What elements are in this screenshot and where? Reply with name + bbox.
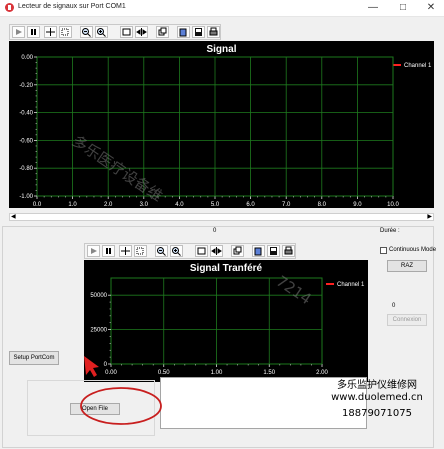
transfer-chart-svg: 0.00 0.50 1.00 1.50 2.0050000250000 (90, 277, 328, 376)
chart-toolbar-bottom (84, 243, 296, 259)
signal-chart-svg: 0.0 1.0 2.0 3.0 4.0 5.0 6.0 7.0 8.0 9.0 10.0 0.00 -0… (19, 55, 399, 208)
x-tick-label: 9.0 (353, 202, 362, 208)
connexion-button[interactable]: Connexion (387, 314, 427, 326)
pan-icon[interactable] (44, 26, 57, 38)
save-icon[interactable] (267, 245, 280, 257)
continuous-mode-checkbox[interactable] (380, 247, 387, 254)
minimize-button[interactable]: — (362, 1, 384, 14)
save-icon[interactable] (192, 26, 205, 38)
signal-chart[interactable]: Signal Channel 1 0.0 1.0 2.0 3.0 4.0 5.0 6.0 7.… (9, 41, 434, 208)
zoom-out-icon[interactable] (155, 245, 168, 257)
watermark-site-name: 多乐监护仪维修网 (337, 380, 417, 391)
watermark-phone: 18879071075 (342, 408, 412, 419)
x-tick-label: 4.0 (175, 202, 184, 208)
zoom-out-icon[interactable] (80, 26, 93, 38)
time-scrollbar[interactable]: ◀ ▶ (9, 213, 434, 221)
main-panel: Signal Channel 1 0.0 1.0 2.0 3.0 4.0 5.0 6.0 7.… (0, 17, 444, 449)
x-tick-label: 1.50 (263, 370, 275, 376)
x-tick-label: 5.0 (211, 202, 220, 208)
scroll-left-arrow[interactable]: ◀ (11, 214, 16, 220)
copy-icon[interactable] (231, 245, 244, 257)
open-file-button[interactable]: Open File (70, 403, 120, 415)
frame-icon[interactable] (195, 245, 208, 257)
x-tick-label: 1.00 (211, 370, 223, 376)
cursor-icon[interactable] (210, 245, 223, 257)
x-tick-label: 0.00 (105, 370, 117, 376)
x-tick-label: 6.0 (246, 202, 255, 208)
duree-label: Durée : (380, 228, 400, 234)
x-tick-label: 0.0 (33, 202, 42, 208)
zoom-in-icon[interactable] (170, 245, 183, 257)
y-tick-label: 25000 (90, 328, 107, 334)
print-icon[interactable] (207, 26, 220, 38)
scroll-right-arrow[interactable]: ▶ (427, 214, 432, 220)
maximize-button[interactable]: □ (392, 1, 414, 14)
y-tick-label: -0.60 (19, 138, 33, 144)
transfer-chart[interactable]: Signal Tranféré Channel 1 0.00 0.50 1.00 1.… (84, 260, 368, 382)
y-tick-label: 0 (104, 362, 108, 368)
y-tick-label: -0.40 (19, 111, 33, 117)
frame-icon[interactable] (120, 26, 133, 38)
x-tick-label: 10.0 (387, 202, 399, 208)
chart-toolbar-top (9, 24, 221, 40)
paste-icon[interactable] (252, 245, 265, 257)
x-tick-label: 0.50 (158, 370, 170, 376)
x-tick-label: 8.0 (318, 202, 327, 208)
pause-icon[interactable] (102, 245, 115, 257)
continuous-mode-label: Continuous Mode (389, 247, 437, 253)
play-icon[interactable] (87, 245, 100, 257)
zoom-select-icon[interactable] (134, 245, 147, 257)
copy-icon[interactable] (156, 26, 169, 38)
y-tick-label: 50000 (90, 293, 107, 299)
app-icon (5, 3, 14, 12)
paste-icon[interactable] (177, 26, 190, 38)
y-tick-label: -0.80 (19, 166, 33, 172)
close-button[interactable]: ✕ (420, 1, 442, 14)
raz-button[interactable]: RAZ (387, 260, 427, 272)
window-title: Lecteur de signaux sur Port COM1 (18, 3, 126, 10)
setup-portcom-button[interactable]: Setup PortCom (9, 351, 59, 365)
y-tick-label: -1.00 (19, 194, 33, 200)
count-value: 0 (392, 303, 396, 309)
x-tick-label: 1.0 (68, 202, 77, 208)
y-tick-label: 0.00 (21, 55, 33, 61)
play-icon[interactable] (12, 26, 25, 38)
title-bar: Lecteur de signaux sur Port COM1 — □ ✕ (0, 0, 444, 17)
y-tick-label: -0.20 (19, 83, 33, 89)
zoom-in-icon[interactable] (95, 26, 108, 38)
print-icon[interactable] (282, 245, 295, 257)
cursor-icon[interactable] (135, 26, 148, 38)
watermark-url: www.duolemed.cn (331, 392, 423, 403)
zoom-select-icon[interactable] (59, 26, 72, 38)
x-tick-label: 3.0 (140, 202, 149, 208)
pan-icon[interactable] (119, 245, 132, 257)
x-tick-label: 2.0 (104, 202, 113, 208)
x-tick-label: 7.0 (282, 202, 291, 208)
pause-icon[interactable] (27, 26, 40, 38)
